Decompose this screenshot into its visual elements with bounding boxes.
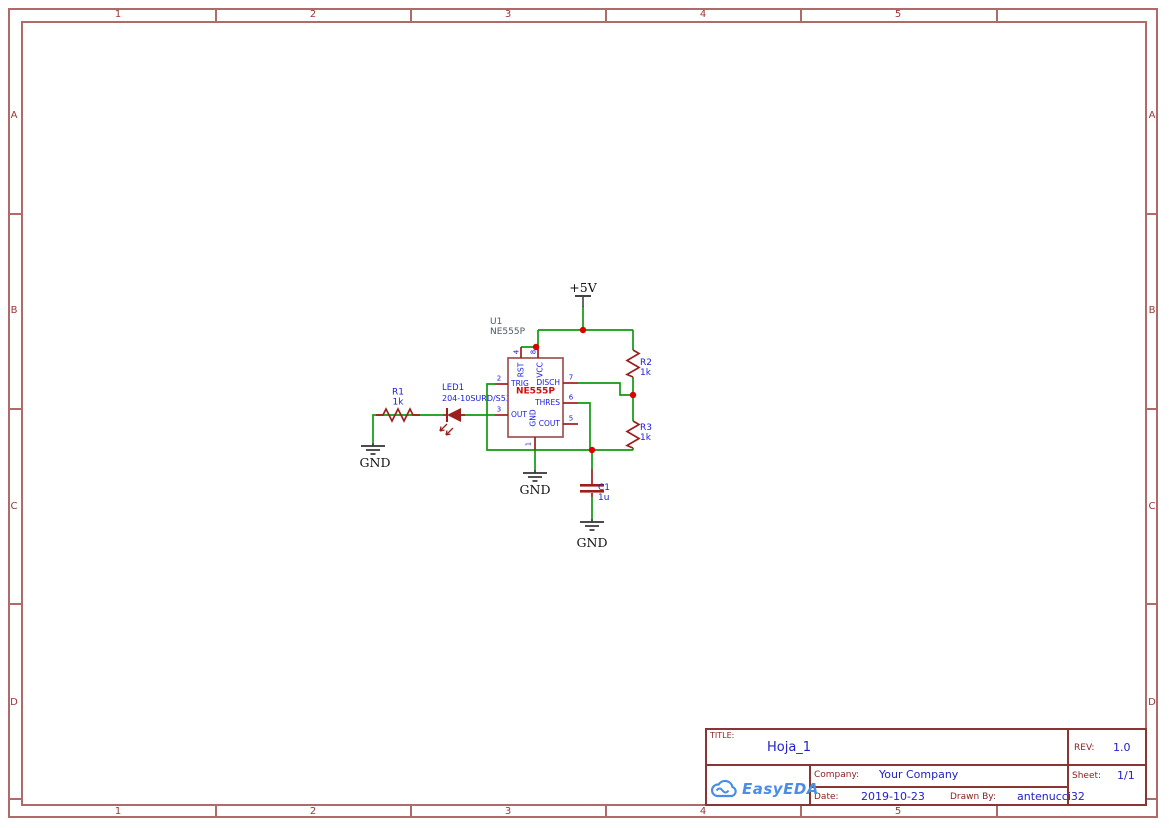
pin-name-out: OUT — [511, 410, 527, 419]
pin-num-5: 5 — [568, 414, 574, 423]
ground-symbol[interactable] — [361, 443, 385, 455]
pin-name-disch: DISCH — [536, 378, 560, 387]
c1-value[interactable]: 1u — [598, 494, 609, 503]
schematic-graphics — [361, 295, 641, 531]
pin-num-7: 7 — [568, 373, 574, 382]
u1-part[interactable]: NE555P — [490, 328, 525, 337]
ground-net-label[interactable]: GND — [577, 536, 608, 550]
pin-num-8: 8 — [529, 349, 538, 355]
pin-num-1: 1 — [524, 441, 533, 447]
r3-value[interactable]: 1k — [640, 434, 651, 443]
pin-num-6: 6 — [568, 393, 574, 402]
u1-designator[interactable]: U1 — [490, 318, 502, 327]
led1-designator[interactable]: LED1 — [442, 384, 464, 393]
power-net-label[interactable]: +5V — [569, 281, 596, 295]
led1-symbol[interactable] — [439, 408, 465, 436]
schematic-canvas[interactable]: 1 2 3 4 5 1 2 3 4 5 A B C D A B C D 204-… — [0, 0, 1169, 828]
ground-net-label[interactable]: GND — [520, 483, 551, 497]
ground-net-label[interactable]: GND — [360, 456, 391, 470]
c1-designator[interactable]: C1 — [598, 484, 610, 493]
r2-designator[interactable]: R2 — [640, 359, 652, 368]
pin-name-rst: RST — [516, 362, 526, 378]
pin-num-2: 2 — [496, 374, 502, 383]
ground-symbol[interactable] — [523, 470, 547, 482]
power-flag-5v[interactable] — [575, 295, 591, 307]
pin-name-gnd: GND — [528, 409, 538, 427]
pin-name-thres: THRES — [535, 398, 560, 407]
pin-name-vcc: VCC — [535, 362, 545, 378]
pin-name-cout: COUT — [538, 419, 560, 428]
r2-value[interactable]: 1k — [640, 369, 651, 378]
r3-designator[interactable]: R3 — [640, 424, 652, 433]
pin-num-3: 3 — [496, 405, 502, 414]
r1-designator[interactable]: R1 — [392, 388, 404, 398]
r1-value[interactable]: 1k — [393, 398, 404, 408]
resistor-r2-symbol[interactable] — [625, 349, 641, 378]
pin-num-4: 4 — [512, 349, 521, 355]
ground-symbol[interactable] — [580, 519, 604, 531]
resistor-r3-symbol[interactable] — [625, 420, 641, 449]
u1-center-label: NE555P — [515, 386, 556, 397]
